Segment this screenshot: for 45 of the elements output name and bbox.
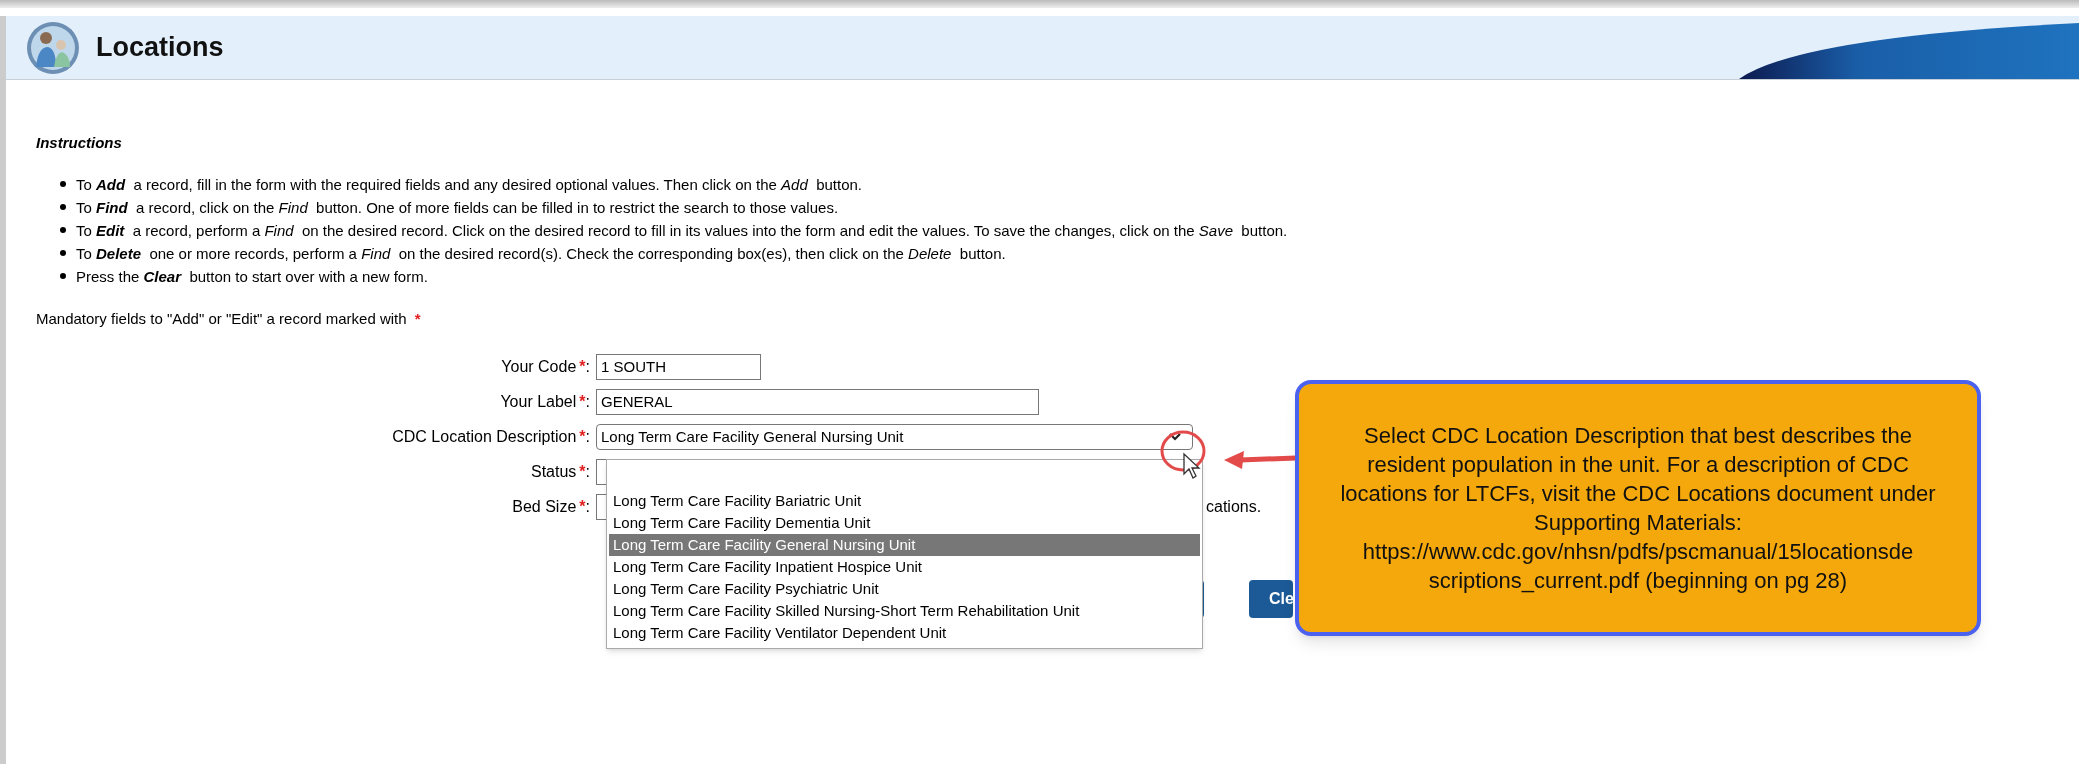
callout-text: Select CDC Location Description that best describes the resident population in the unit. For a description of CDC locations for LTCFs, visit the CDC Locations document under Supporting Materials: https://www.cdc.gov/nhsn/pdfs/pscmanual/15locationsde scriptions_current.pdf (beginning on pg 28) — [1339, 422, 1937, 595]
field-label: CDC Location Description — [392, 427, 577, 447]
instruction-text: Press the Clear button to start over with a new form. — [76, 266, 428, 287]
label-colon: : — [585, 392, 590, 412]
dropdown-option[interactable]: Long Term Care Facility Inpatient Hospice Unit — [609, 556, 1200, 578]
label-colon: : — [585, 497, 590, 517]
required-mark: * — [579, 392, 586, 412]
label-colon: : — [585, 462, 590, 482]
field-label: Your Label — [500, 392, 577, 412]
dropdown-option[interactable]: Long Term Care Facility Psychiatric Unit — [609, 578, 1200, 600]
label-field[interactable]: GENERAL — [596, 389, 1039, 415]
required-mark: * — [579, 462, 586, 482]
instruction-text: To Delete one or more records, perform a Find on the desired record(s). Check the corresponding box(es), then click on the Delete button. — [76, 243, 1006, 264]
instruction-text: To Edit a record, perform a Find on the desired record. Click on the desired record to fill in its values into the form and edit the values. To save the changes, click on the Save button. — [76, 220, 1288, 241]
instruction-text: To Add a record, fill in the form with the required fields and any desired optional values. Then click on the Add button. — [76, 174, 863, 195]
bullet-icon — [60, 273, 66, 279]
highlight-circle — [1159, 428, 1207, 474]
label-colon: : — [585, 357, 590, 377]
instructions-heading: Instructions — [36, 133, 123, 153]
dropdown-option[interactable]: Long Term Care Facility Dementia Unit — [609, 512, 1200, 534]
dropdown-option[interactable]: Long Term Care Facility Skilled Nursing-Short Term Rehabilitation Unit — [609, 600, 1200, 622]
field-label: Your Code — [501, 357, 577, 377]
field-note: cations. — [1206, 497, 1262, 517]
chevron-down-icon — [1168, 432, 1182, 442]
bullet-icon — [60, 250, 66, 256]
dropdown-option[interactable]: Long Term Care Facility General Nursing Unit — [609, 534, 1200, 556]
field-label: Status — [530, 462, 577, 482]
mandatory-note: Mandatory fields to "Add" or "Edit" a record marked with — [36, 308, 407, 329]
field-label: Bed Size — [512, 497, 577, 517]
page-title: Locations — [96, 31, 224, 65]
clear-button[interactable]: Cle — [1249, 580, 1293, 618]
required-mark: * — [414, 308, 421, 329]
required-mark: * — [579, 427, 586, 447]
logo-icon — [26, 20, 80, 75]
code-field[interactable]: 1 SOUTH — [596, 354, 761, 380]
label-colon: : — [585, 427, 590, 447]
location-select[interactable]: Long Term Care Facility General Nursing Unit — [596, 424, 1193, 450]
dropdown-option[interactable]: Long Term Care Facility Ventilator Dependent Unit — [609, 622, 1200, 644]
required-mark: * — [579, 357, 586, 377]
dropdown-option[interactable]: Long Term Care Facility Bariatric Unit — [609, 490, 1200, 512]
bullet-icon — [60, 227, 66, 233]
bullet-icon — [60, 181, 66, 187]
bullet-icon — [60, 204, 66, 210]
instruction-text: To Find a record, click on the Find button. One of more fields can be filled in to restrict the search to those values. — [76, 197, 839, 218]
required-mark: * — [579, 497, 586, 517]
